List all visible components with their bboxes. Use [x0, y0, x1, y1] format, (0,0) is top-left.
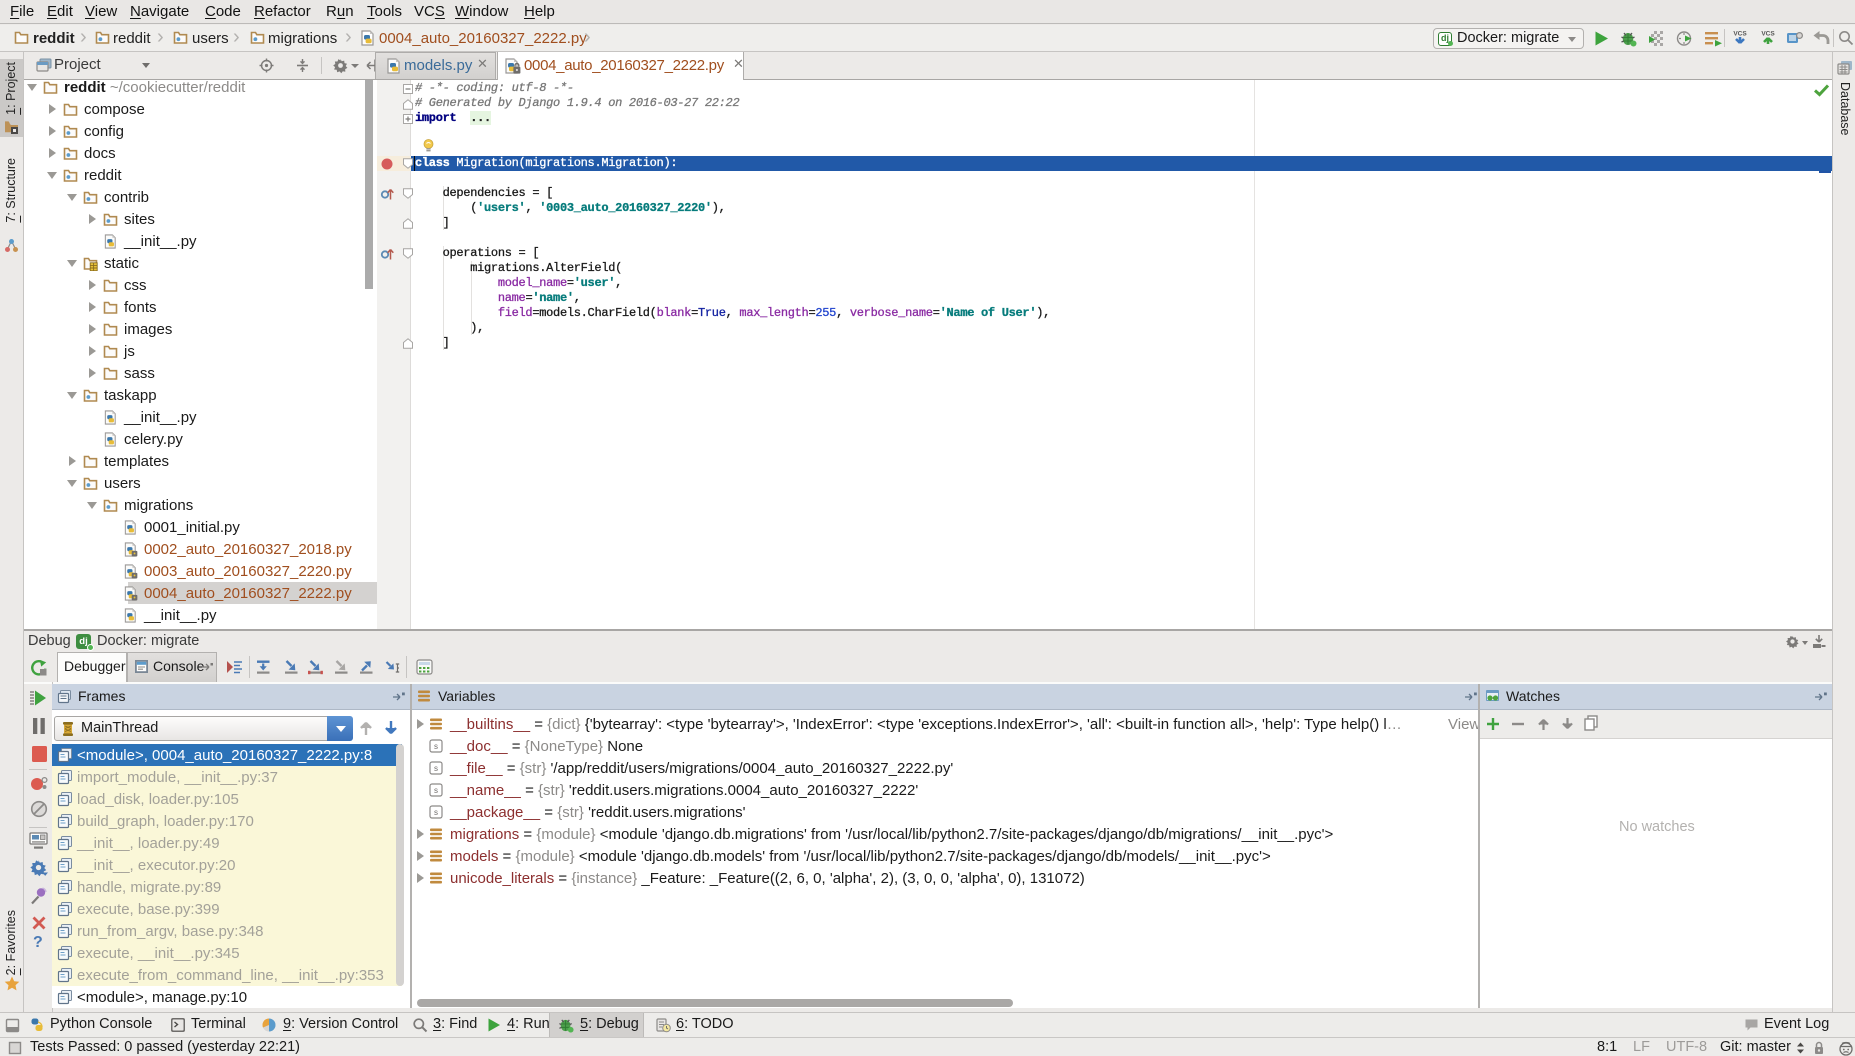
svg-text:s: s [434, 786, 438, 795]
svg-text:VCS: VCS [1761, 31, 1775, 38]
svg-text:VCS: VCS [1733, 31, 1747, 38]
svg-text:s: s [434, 764, 438, 773]
svg-text:s: s [434, 742, 438, 751]
svg-text:s: s [434, 808, 438, 817]
